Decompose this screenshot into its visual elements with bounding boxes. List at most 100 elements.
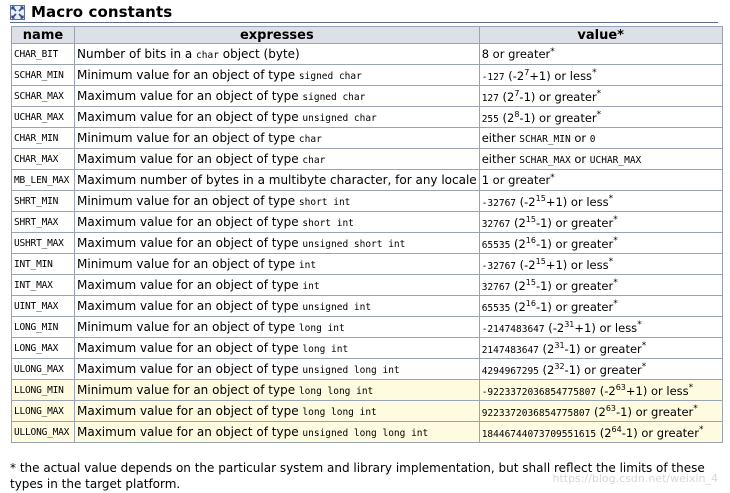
table-row: LONG_MAX Maximum value for an object of t…	[11, 337, 723, 359]
column-header-name: name	[11, 26, 75, 44]
macro-value-cell: 4294967295 (232-1) or greater*	[478, 358, 723, 380]
macro-description-cell: Number of bits in a char object (byte)	[74, 43, 480, 65]
description-text: Maximum value for an object of type	[77, 215, 303, 229]
column-header-value: value*	[478, 26, 723, 44]
macro-description-cell: Maximum value for an object of type long…	[74, 400, 480, 422]
type-code: long long int	[302, 407, 377, 418]
macro-name-cell: INT_MIN	[11, 253, 75, 275]
macro-value-cell: 8 or greater*	[478, 43, 723, 65]
type-code: long long int	[298, 386, 374, 397]
macro-description-cell: Maximum value for an object of type unsi…	[74, 295, 480, 317]
type-code: char	[298, 134, 322, 145]
type-code: short int	[302, 218, 354, 229]
type-code: signed char	[298, 71, 362, 82]
macro-description-cell: Minimum value for an object of type int	[74, 253, 480, 275]
type-code: short int	[298, 197, 351, 208]
table-row: LONG_MIN Minimum value for an object of t…	[11, 316, 723, 338]
macro-description-cell: Maximum value for an object of type unsi…	[74, 232, 480, 254]
description-text: Maximum value for an object of type	[77, 110, 303, 124]
macro-description-cell: Minimum value for an object of type shor…	[74, 190, 480, 212]
table-row: SCHAR_MAX Maximum value for an object of …	[11, 85, 723, 107]
table-row: ULONG_MAX Maximum value for an object of …	[11, 358, 723, 380]
macro-name-cell: LONG_MIN	[11, 316, 75, 338]
macro-constants-table: name expresses value* CHAR_BIT Number of …	[11, 26, 723, 443]
macro-name-cell: CHAR_MAX	[11, 148, 75, 170]
table-row: CHAR_MIN Minimum value for an object of t…	[11, 127, 723, 149]
description-text: Maximum value for an object of type	[77, 362, 303, 376]
description-text: Minimum value for an object of type	[77, 131, 299, 145]
macro-name-cell: ULLONG_MAX	[11, 421, 75, 443]
grid-arrows-icon	[10, 4, 25, 20]
type-code: long int	[298, 323, 345, 334]
macro-description-cell: Maximum value for an object of type int	[74, 274, 480, 296]
type-code: unsigned short int	[302, 239, 406, 250]
table-row: LLONG_MAX Maximum value for an object of …	[11, 400, 723, 422]
table-row: SCHAR_MIN Minimum value for an object of …	[11, 64, 723, 86]
table-row: USHRT_MAX Maximum value for an object of …	[11, 232, 723, 254]
macro-name-cell: MB_LEN_MAX	[11, 169, 75, 191]
macro-description-cell: Maximum value for an object of type long…	[74, 337, 480, 359]
macro-description-cell: Minimum value for an object of type sign…	[74, 64, 480, 86]
table-row: MB_LEN_MAX Maximum number of bytes in a m…	[11, 169, 723, 191]
table-header-row: name expresses value*	[11, 26, 723, 44]
macro-value-cell: 9223372036854775807 (263-1) or greater*	[478, 400, 723, 422]
description-text: Number of bits in a	[77, 47, 197, 61]
description-tail: object (byte)	[218, 47, 300, 61]
macro-name-cell: LLONG_MAX	[11, 400, 75, 422]
table-row: INT_MAX Maximum value for an object of ty…	[11, 274, 723, 296]
macro-name-cell: CHAR_MIN	[11, 127, 75, 149]
column-header-expresses: expresses	[74, 26, 480, 44]
macro-name-cell: SHRT_MAX	[11, 211, 75, 233]
description-text: Maximum value for an object of type	[77, 341, 303, 355]
macro-name-cell: SCHAR_MIN	[11, 64, 75, 86]
table-row: SHRT_MIN Minimum value for an object of t…	[11, 190, 723, 212]
macro-description-cell: Minimum value for an object of type long…	[74, 379, 480, 401]
description-text: Minimum value for an object of type	[77, 257, 299, 271]
macro-value-cell: -9223372036854775807 (-263+1) or less*	[478, 379, 723, 401]
table-row: ULLONG_MAX Maximum value for an object of…	[11, 421, 723, 443]
macro-value-cell: either SCHAR_MAX or UCHAR_MAX	[478, 148, 723, 170]
section-heading: Macro constants	[10, 2, 718, 23]
macro-name-cell: SCHAR_MAX	[11, 85, 75, 107]
macro-name-cell: SHRT_MIN	[11, 190, 75, 212]
macro-value-cell: 32767 (215-1) or greater*	[478, 274, 723, 296]
type-code: long int	[302, 344, 349, 355]
macro-description-cell: Maximum value for an object of type shor…	[74, 211, 480, 233]
description-text: Maximum value for an object of type	[77, 425, 303, 439]
macro-description-cell: Maximum value for an object of type unsi…	[74, 421, 480, 443]
macro-value-cell: 2147483647 (231-1) or greater*	[478, 337, 723, 359]
description-text: Maximum value for an object of type	[77, 299, 303, 313]
table-row: LLONG_MIN Minimum value for an object of …	[11, 379, 723, 401]
table-row: SHRT_MAX Maximum value for an object of t…	[11, 211, 723, 233]
macro-description-cell: Maximum value for an object of type sign…	[74, 85, 480, 107]
macro-name-cell: CHAR_BIT	[11, 43, 75, 65]
description-text: Minimum value for an object of type	[77, 194, 299, 208]
macro-value-cell: 32767 (215-1) or greater*	[478, 211, 723, 233]
macro-name-cell: USHRT_MAX	[11, 232, 75, 254]
type-code: int	[302, 281, 320, 292]
type-code: char	[196, 50, 219, 61]
macro-value-cell: 65535 (216-1) or greater*	[478, 295, 723, 317]
macro-name-cell: UCHAR_MAX	[11, 106, 75, 128]
type-code: unsigned long int	[302, 365, 400, 376]
macro-value-cell: 1 or greater*	[478, 169, 723, 191]
description-text: Maximum value for an object of type	[77, 236, 303, 250]
table-row: UCHAR_MAX Maximum value for an object of …	[11, 106, 723, 128]
description-text: Minimum value for an object of type	[77, 383, 299, 397]
table-row: INT_MIN Minimum value for an object of ty…	[11, 253, 723, 275]
description-text: Maximum value for an object of type	[77, 152, 303, 166]
macro-description-cell: Minimum value for an object of type char	[74, 127, 480, 149]
description-text: Minimum value for an object of type	[77, 68, 299, 82]
description-text: Maximum number of bytes in a multibyte c…	[77, 173, 477, 187]
macro-value-cell: 18446744073709551615 (264-1) or greater*	[478, 421, 723, 443]
table-row: UINT_MAX Maximum value for an object of t…	[11, 295, 723, 317]
macro-value-cell: -127 (-27+1) or less*	[478, 64, 723, 86]
macro-description-cell: Minimum value for an object of type long…	[74, 316, 480, 338]
macro-value-cell: -2147483647 (-231+1) or less*	[478, 316, 723, 338]
macro-description-cell: Maximum value for an object of type unsi…	[74, 106, 480, 128]
macro-value-cell: -32767 (-215+1) or less*	[478, 253, 723, 275]
type-code: unsigned long long int	[302, 428, 429, 439]
macro-name-cell: LONG_MAX	[11, 337, 75, 359]
watermark: https://blog.csdn.net/weixin_4	[552, 472, 718, 485]
type-code: int	[298, 260, 317, 271]
